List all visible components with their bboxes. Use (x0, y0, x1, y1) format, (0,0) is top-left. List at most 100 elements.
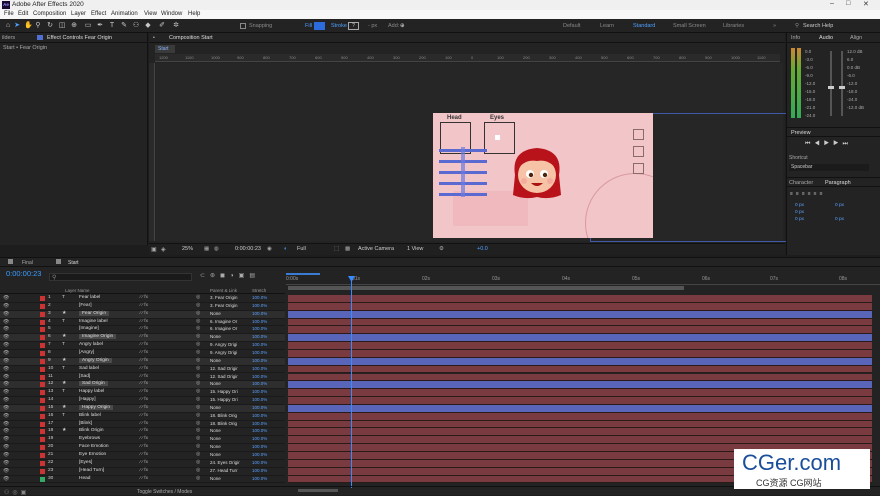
layer-duration-bar[interactable] (288, 334, 872, 343)
visibility-eye-icon[interactable]: 👁 (3, 311, 9, 317)
layer-name[interactable]: [Imagine] (79, 326, 99, 331)
workspace-default[interactable]: Default (563, 23, 580, 29)
layer-row[interactable]: 👁 14 [Happy] ⁄ ⁄ fx ◎ 15. Happy Ori 100.0% (0, 397, 285, 405)
audio-slider-left[interactable] (828, 51, 834, 116)
maximize-button[interactable]: □ (846, 0, 850, 7)
region-of-interest-icon[interactable]: ⬚ (334, 246, 339, 252)
layer-switches[interactable]: ⁄ ⁄ fx (140, 311, 148, 316)
label-color-swatch[interactable] (40, 468, 45, 474)
color-channel-icon[interactable]: ◐ (284, 246, 287, 252)
paragraph-align-buttons[interactable]: ≡≡≡≡≡≡ (790, 191, 826, 197)
menu-help[interactable]: Help (188, 11, 200, 17)
layer-duration-bar[interactable] (288, 357, 872, 366)
layer-row[interactable]: 👁 6 ★ Imagine Origin ⁄ ⁄ fx ◎ None 100.0% (0, 334, 285, 343)
layer-switches[interactable]: ⁄ ⁄ fx (140, 334, 148, 339)
parent-pickwhip-icon[interactable]: ◎ (196, 428, 200, 433)
label-color-swatch[interactable] (40, 343, 45, 349)
layer-switches[interactable]: ⁄ ⁄ fx (140, 374, 148, 379)
menu-window[interactable]: Window (161, 11, 182, 17)
para-space-after[interactable]: 0 px (835, 217, 844, 222)
3d-icon[interactable]: ◈ (161, 246, 166, 253)
layer-switches[interactable]: ⁄ ⁄ fx (140, 342, 148, 347)
stretch-value[interactable]: 100.0% (252, 295, 267, 300)
parent-dropdown[interactable]: 6. Imagine Or (210, 319, 237, 324)
label-color-swatch[interactable] (40, 405, 45, 411)
layer-name[interactable]: Angry label (79, 342, 103, 347)
zoom-dropdown[interactable]: 25% (182, 246, 193, 252)
search-help[interactable]: Search Help (803, 23, 833, 29)
layer-row[interactable]: 👁 3 ★ Fear Origin ⁄ ⁄ fx ◎ None 100.0% (0, 310, 285, 319)
visibility-eye-icon[interactable]: 👁 (3, 397, 9, 403)
para-indent-first[interactable]: 0 px (795, 210, 804, 215)
layer-duration-bar[interactable] (288, 295, 872, 303)
layer-duration-bar[interactable] (288, 389, 872, 398)
comp-tab-start[interactable]: Start (155, 45, 175, 53)
label-color-swatch[interactable] (40, 358, 45, 364)
stretch-value[interactable]: 100.0% (252, 350, 267, 355)
label-color-swatch[interactable] (40, 453, 45, 458)
layer-switches[interactable]: ⁄ ⁄ fx (140, 413, 148, 418)
parent-pickwhip-icon[interactable]: ◎ (196, 319, 200, 324)
tab-align[interactable]: Align (850, 35, 862, 41)
label-color-swatch[interactable] (40, 476, 45, 482)
layer-row[interactable]: 👁 19 Eyebrows ⁄ ⁄ fx ◎ None 100.0% (0, 436, 285, 445)
parent-pickwhip-icon[interactable]: ◎ (196, 303, 200, 308)
stretch-value[interactable]: 100.0% (252, 342, 267, 347)
layer-name[interactable]: [Angry] (79, 350, 94, 355)
parent-dropdown[interactable]: None (210, 428, 221, 433)
layer-duration-bar[interactable] (288, 342, 872, 350)
stretch-value[interactable]: 100.0% (252, 334, 267, 339)
stretch-value[interactable]: 100.0% (252, 326, 267, 331)
parent-dropdown[interactable]: None (210, 476, 221, 481)
tab-composition[interactable]: Composition Start (169, 35, 213, 41)
tab-effect-controls[interactable]: Effect Controls Fear Origin (47, 35, 112, 41)
visibility-eye-icon[interactable]: 👁 (3, 389, 9, 395)
layer-row[interactable]: 👁 15 ★ Happy Origin ⁄ ⁄ fx ◎ None 100.0% (0, 404, 285, 413)
parent-dropdown[interactable]: None (210, 436, 221, 441)
visibility-eye-icon[interactable]: 👁 (3, 326, 9, 332)
parent-pickwhip-icon[interactable]: ◎ (196, 374, 200, 379)
stretch-value[interactable]: 100.0% (252, 366, 267, 371)
layer-row[interactable]: 👁 9 ★ Angry Origin ⁄ ⁄ fx ◎ None 100.0% (0, 357, 285, 366)
more-workspaces-icon[interactable]: » (773, 23, 776, 29)
parent-dropdown[interactable]: 18. Blink Orig (210, 421, 237, 426)
parent-pickwhip-icon[interactable]: ◎ (196, 468, 200, 473)
workspace-libraries[interactable]: Libraries (723, 23, 744, 29)
label-color-swatch[interactable] (40, 398, 45, 404)
layer-duration-bar[interactable] (288, 404, 872, 413)
audio-slider-right[interactable] (839, 51, 845, 116)
visibility-eye-icon[interactable]: 👁 (3, 374, 9, 380)
layer-switches[interactable]: ⁄ ⁄ fx (140, 366, 148, 371)
slider-group[interactable] (439, 147, 487, 197)
stretch-value[interactable]: 100.0% (252, 358, 267, 363)
visibility-eye-icon[interactable]: 👁 (3, 334, 9, 340)
snapping-checkbox[interactable] (240, 23, 246, 29)
layer-row[interactable]: 👁 30 Head ⁄ ⁄ fx ◎ None 100.0% (0, 476, 285, 484)
layer-switches[interactable]: ⁄ ⁄ fx (140, 350, 148, 355)
layer-name[interactable]: Face Emotion (79, 444, 109, 449)
layer-row[interactable]: 👁 22 [Eyes] ⁄ ⁄ fx ◎ 24. Eyes Origir 100.0% (0, 460, 285, 468)
parent-pickwhip-icon[interactable]: ◎ (196, 436, 200, 441)
visibility-eye-icon[interactable]: 👁 (3, 444, 9, 450)
parent-dropdown[interactable]: 15. Happy Ori (210, 397, 238, 402)
stretch-value[interactable]: 100.0% (252, 405, 267, 410)
label-color-swatch[interactable] (40, 445, 45, 451)
visibility-eye-icon[interactable]: 👁 (3, 452, 9, 458)
layer-duration-bar[interactable] (288, 420, 872, 429)
stretch-value[interactable]: 100.0% (252, 389, 267, 394)
visibility-eye-icon[interactable]: 👁 (3, 350, 9, 356)
layer-duration-bar[interactable] (288, 310, 872, 319)
layer-switches[interactable]: ⁄ ⁄ fx (140, 428, 148, 433)
label-color-swatch[interactable] (40, 327, 45, 333)
parent-pickwhip-icon[interactable]: ◎ (196, 358, 200, 363)
close-button[interactable]: ✕ (863, 0, 869, 8)
tab-character[interactable]: Character (789, 180, 813, 186)
layer-duration-bar[interactable] (288, 373, 872, 382)
para-indent-right[interactable]: 0 px (835, 203, 844, 208)
layer-row[interactable]: 👁 7 T Angry label ⁄ ⁄ fx ◎ 9. Angry Origi 100.0… (0, 342, 285, 350)
menu-file[interactable]: File (4, 11, 14, 17)
parent-dropdown[interactable]: 9. Angry Origi (210, 350, 237, 355)
visibility-eye-icon[interactable]: 👁 (3, 436, 9, 442)
parent-dropdown[interactable]: 6. Imagine Or (210, 326, 237, 331)
layer-duration-bar[interactable] (288, 412, 872, 421)
